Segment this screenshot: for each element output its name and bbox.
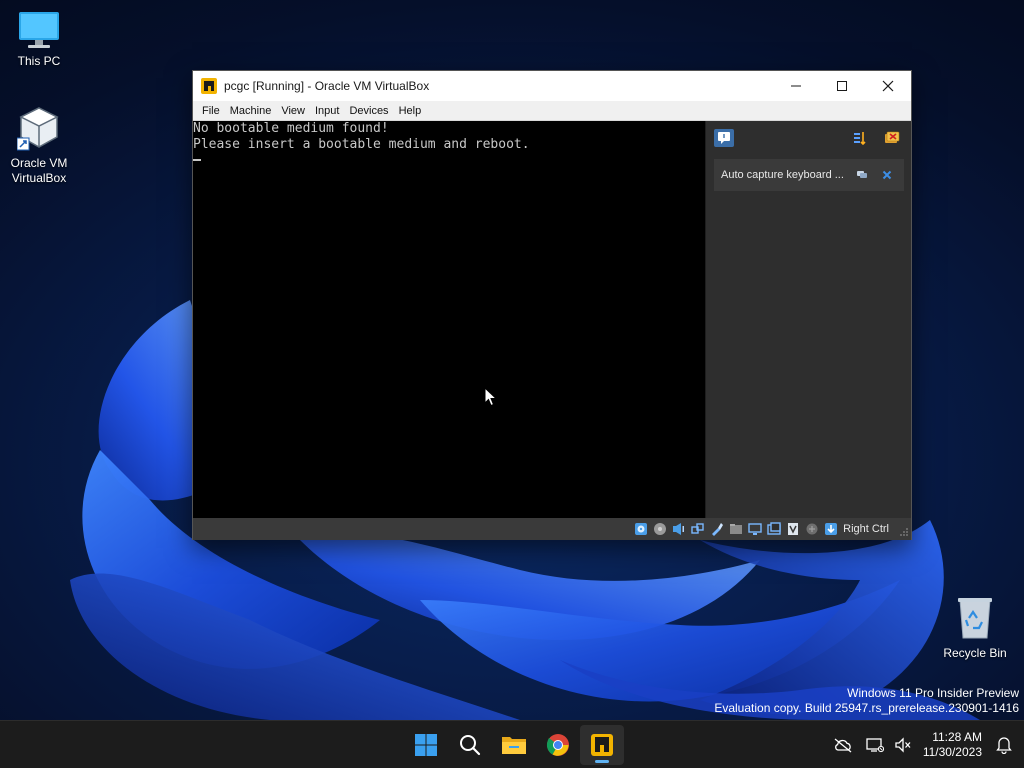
virtualbox-window[interactable]: pcgc [Running] - Oracle VM VirtualBox Fi… — [192, 70, 912, 540]
console-line: No bootable medium found! — [193, 121, 389, 136]
menu-file[interactable]: File — [197, 101, 225, 121]
host-key-label: Right Ctrl — [843, 523, 889, 535]
chrome-button[interactable] — [536, 725, 580, 765]
notification-text: Auto capture keyboard ... — [721, 169, 844, 181]
minimize-button[interactable] — [773, 71, 819, 101]
text-cursor — [193, 159, 201, 161]
menu-help[interactable]: Help — [394, 101, 427, 121]
menu-input[interactable]: Input — [310, 101, 344, 121]
minimize-icon — [791, 85, 801, 87]
taskbar-clock[interactable]: 11:28 AM 11/30/2023 — [923, 730, 982, 760]
tray-network-button[interactable] — [861, 725, 889, 765]
desktop-icon-label: Recycle Bin — [943, 646, 1007, 660]
sort-notifications-button[interactable] — [850, 129, 870, 147]
title-bar[interactable]: pcgc [Running] - Oracle VM VirtualBox — [193, 71, 911, 101]
volume-muted-icon — [895, 737, 911, 753]
windows-start-icon — [415, 734, 437, 756]
mouse-pointer-icon — [484, 387, 498, 407]
search-icon — [460, 735, 481, 756]
maximize-icon — [837, 81, 847, 91]
start-button[interactable] — [404, 725, 448, 765]
notification-help-button[interactable] — [855, 168, 869, 182]
console-line: Please insert a bootable medium and rebo… — [193, 137, 530, 152]
clear-notifications-button[interactable] — [882, 129, 902, 147]
menu-view[interactable]: View — [276, 101, 310, 121]
active-app-indicator — [595, 760, 609, 763]
console-output: No bootable medium found! Please insert … — [193, 121, 705, 161]
close-button[interactable] — [865, 71, 911, 101]
vtx-icon[interactable] — [786, 522, 800, 536]
recycle-bin-icon — [958, 598, 992, 639]
clock-time: 11:28 AM — [932, 730, 982, 744]
network-display-icon — [866, 738, 884, 753]
keyboard-capture-icon[interactable] — [824, 522, 838, 536]
desktop-icon-label: This PC — [17, 54, 61, 68]
window-controls — [773, 71, 911, 101]
vm-display[interactable]: No bootable medium found! Please insert … — [193, 121, 705, 518]
system-tray: 11:28 AM 11/30/2023 — [829, 721, 1024, 768]
notification-item[interactable]: Auto capture keyboard ... — [714, 159, 904, 191]
optical-drive-icon[interactable] — [653, 522, 667, 536]
virtualbox-app-icon — [591, 734, 613, 756]
notification-close-button[interactable] — [880, 168, 894, 182]
sort-icon — [854, 132, 866, 145]
close-icon — [882, 170, 892, 180]
monitor-icon — [19, 12, 59, 48]
message-icon — [718, 132, 730, 144]
tray-volume-button[interactable] — [889, 725, 917, 765]
chrome-icon — [546, 734, 569, 756]
evaluation-watermark: Windows 11 Pro Insider Preview Evaluatio… — [714, 686, 1019, 716]
desktop-icon-label: Oracle VM VirtualBox — [10, 156, 68, 185]
maximize-button[interactable] — [819, 71, 865, 101]
window-title: pcgc [Running] - Oracle VM VirtualBox — [224, 79, 430, 93]
virtualbox-cube-icon — [17, 107, 59, 151]
clock-date: 11/30/2023 — [922, 745, 982, 759]
notification-center-button[interactable] — [714, 129, 734, 147]
hard-disk-icon[interactable] — [634, 522, 648, 536]
network-icon[interactable] — [690, 522, 705, 536]
recording-icon[interactable] — [766, 522, 781, 536]
virtualbox-taskbar-button[interactable] — [580, 725, 624, 765]
menu-machine[interactable]: Machine — [225, 101, 277, 121]
audio-icon[interactable] — [672, 522, 686, 536]
chat-help-icon — [857, 171, 867, 178]
clear-all-icon — [885, 131, 900, 143]
shared-folders-icon[interactable] — [729, 522, 743, 536]
file-explorer-button[interactable] — [492, 725, 536, 765]
status-bar: Right Ctrl — [193, 518, 911, 540]
tray-cloud-button[interactable] — [829, 725, 857, 765]
mouse-integration-icon[interactable] — [805, 522, 819, 536]
taskbar: 11:28 AM 11/30/2023 — [0, 720, 1024, 768]
watermark-line: Evaluation copy. Build 25947.rs_prerelea… — [714, 701, 1019, 715]
notifications-button[interactable] — [990, 725, 1018, 765]
desktop-icon-recycle-bin[interactable]: Recycle Bin — [940, 596, 1010, 661]
resize-grip-icon[interactable] — [899, 527, 909, 537]
notification-center: Auto capture keyboard ... — [705, 121, 911, 518]
virtualbox-app-icon — [201, 78, 217, 94]
folder-icon — [502, 737, 526, 754]
notification-toolbar — [706, 121, 911, 155]
watermark-line: Windows 11 Pro Insider Preview — [847, 686, 1019, 700]
bell-icon — [996, 737, 1012, 754]
close-icon — [882, 80, 894, 92]
menu-bar: File Machine View Input Devices Help — [193, 101, 911, 121]
display-icon[interactable] — [747, 522, 762, 536]
menu-devices[interactable]: Devices — [344, 101, 393, 121]
cloud-off-icon — [834, 738, 852, 753]
taskbar-apps — [404, 721, 624, 768]
usb-icon[interactable] — [710, 522, 724, 536]
desktop-icon-this-pc[interactable]: This PC — [1, 10, 77, 69]
search-button[interactable] — [448, 725, 492, 765]
desktop-icon-virtualbox[interactable]: Oracle VM VirtualBox — [1, 104, 77, 186]
